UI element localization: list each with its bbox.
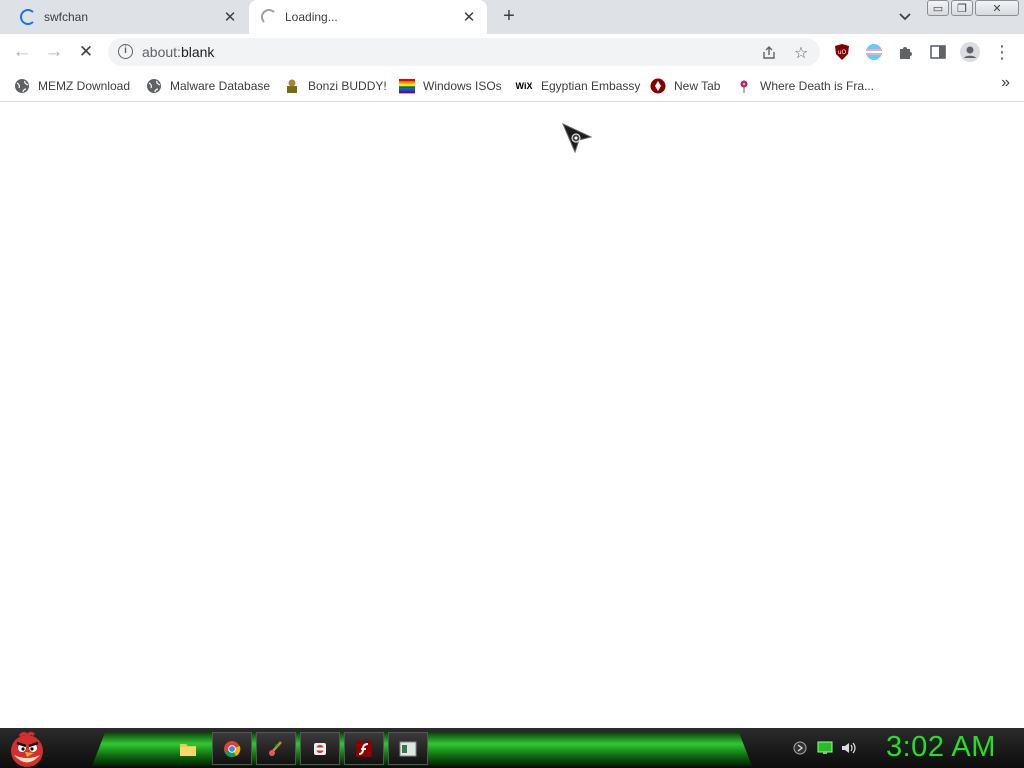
back-button[interactable]: ← — [10, 40, 34, 64]
extensions-puzzle-icon[interactable] — [896, 42, 916, 62]
bookmark-new-tab[interactable]: New Tab — [650, 76, 720, 96]
trans-flag-extension-icon[interactable] — [864, 42, 884, 62]
tab-title: Loading... — [285, 10, 338, 24]
side-panel-icon[interactable] — [928, 42, 948, 62]
bookmark-memz-download[interactable]: MEMZ Download — [14, 76, 130, 96]
site-info-icon[interactable]: i — [118, 44, 133, 59]
forward-button[interactable]: → — [42, 40, 66, 64]
address-bar[interactable]: i about:blank ☆ — [108, 38, 820, 66]
tab-loading[interactable]: Loading... ✕ — [249, 0, 487, 34]
loading-spinner-icon — [20, 9, 36, 25]
ublock-origin-icon[interactable]: uO — [832, 42, 852, 62]
share-icon[interactable] — [760, 44, 778, 62]
browser-toolbar: ← → ✕ i about:blank ☆ uO ⋮ — [0, 34, 1024, 70]
bookmark-windows-isos[interactable]: Windows ISOs — [399, 76, 502, 96]
bookmark-malware-database[interactable]: Malware Database — [146, 76, 270, 96]
taskbar: 3:02 AM — [0, 728, 1024, 768]
red-circle-icon — [650, 78, 666, 94]
close-window-button[interactable]: ✕ — [975, 0, 1019, 16]
tray-shield-icon[interactable] — [792, 740, 808, 756]
window-controls: ▭ ❐ ✕ — [927, 0, 1022, 18]
bonzi-icon — [284, 78, 300, 94]
bookmark-bonzi-buddy[interactable]: Bonzi BUDDY! — [284, 76, 387, 96]
menu-kebab-icon[interactable]: ⋮ — [992, 42, 1012, 62]
tab-strip: swfchan ✕ Loading... ✕ + ▭ ❐ ✕ — [0, 0, 1024, 34]
taskbar-app-icon[interactable] — [300, 732, 340, 765]
profile-avatar-icon[interactable] — [960, 42, 980, 62]
taskbar-window-icon[interactable] — [388, 732, 428, 765]
globe-icon — [14, 78, 30, 94]
desktop: swfchan ✕ Loading... ✕ + ▭ ❐ ✕ ← → ✕ i a… — [0, 0, 1024, 768]
taskbar-clock[interactable]: 3:02 AM — [886, 731, 996, 764]
url-text[interactable]: about:blank — [142, 44, 214, 60]
new-tab-button[interactable]: + — [498, 6, 520, 28]
flower-icon — [736, 78, 752, 94]
taskbar-flash-player-icon[interactable] — [344, 732, 384, 765]
stop-loading-button[interactable]: ✕ — [74, 40, 98, 64]
taskbar-paint-brush-icon[interactable] — [256, 732, 296, 765]
bookmark-egyptian-embassy[interactable]: WiX Egyptian Embassy — [515, 76, 641, 96]
page-content[interactable] — [0, 103, 1024, 728]
tab-title: swfchan — [44, 10, 89, 24]
wix-icon: WiX — [515, 81, 533, 91]
bookmarks-bar: MEMZ Download Malware Database Bonzi BUD… — [0, 70, 1024, 102]
minimize-button[interactable]: ▭ — [927, 0, 949, 16]
tray-network-icon[interactable] — [817, 740, 833, 756]
globe-icon — [146, 78, 162, 94]
start-button-angry-bird-icon[interactable] — [6, 730, 48, 767]
mouse-cursor-icon — [562, 122, 594, 154]
taskbar-file-explorer-icon[interactable] — [168, 732, 208, 765]
bookmark-star-icon[interactable]: ☆ — [792, 44, 810, 62]
rainbow-flag-icon — [399, 78, 415, 94]
restore-button[interactable]: ❐ — [951, 0, 973, 16]
bookmark-where-death-is-fra[interactable]: Where Death is Fra... — [736, 76, 874, 96]
loading-spinner-icon — [261, 9, 277, 25]
tab-search-chevron-icon[interactable] — [895, 8, 915, 26]
tab-close-icon[interactable]: ✕ — [220, 7, 240, 27]
bookmarks-overflow-button[interactable]: » — [1001, 74, 1010, 92]
tray-volume-icon[interactable] — [841, 740, 857, 756]
taskbar-chrome-icon[interactable] — [212, 732, 252, 765]
svg-text:uO: uO — [838, 49, 847, 56]
tab-close-icon[interactable]: ✕ — [459, 7, 479, 27]
tab-swfchan[interactable]: swfchan ✕ — [8, 0, 248, 34]
